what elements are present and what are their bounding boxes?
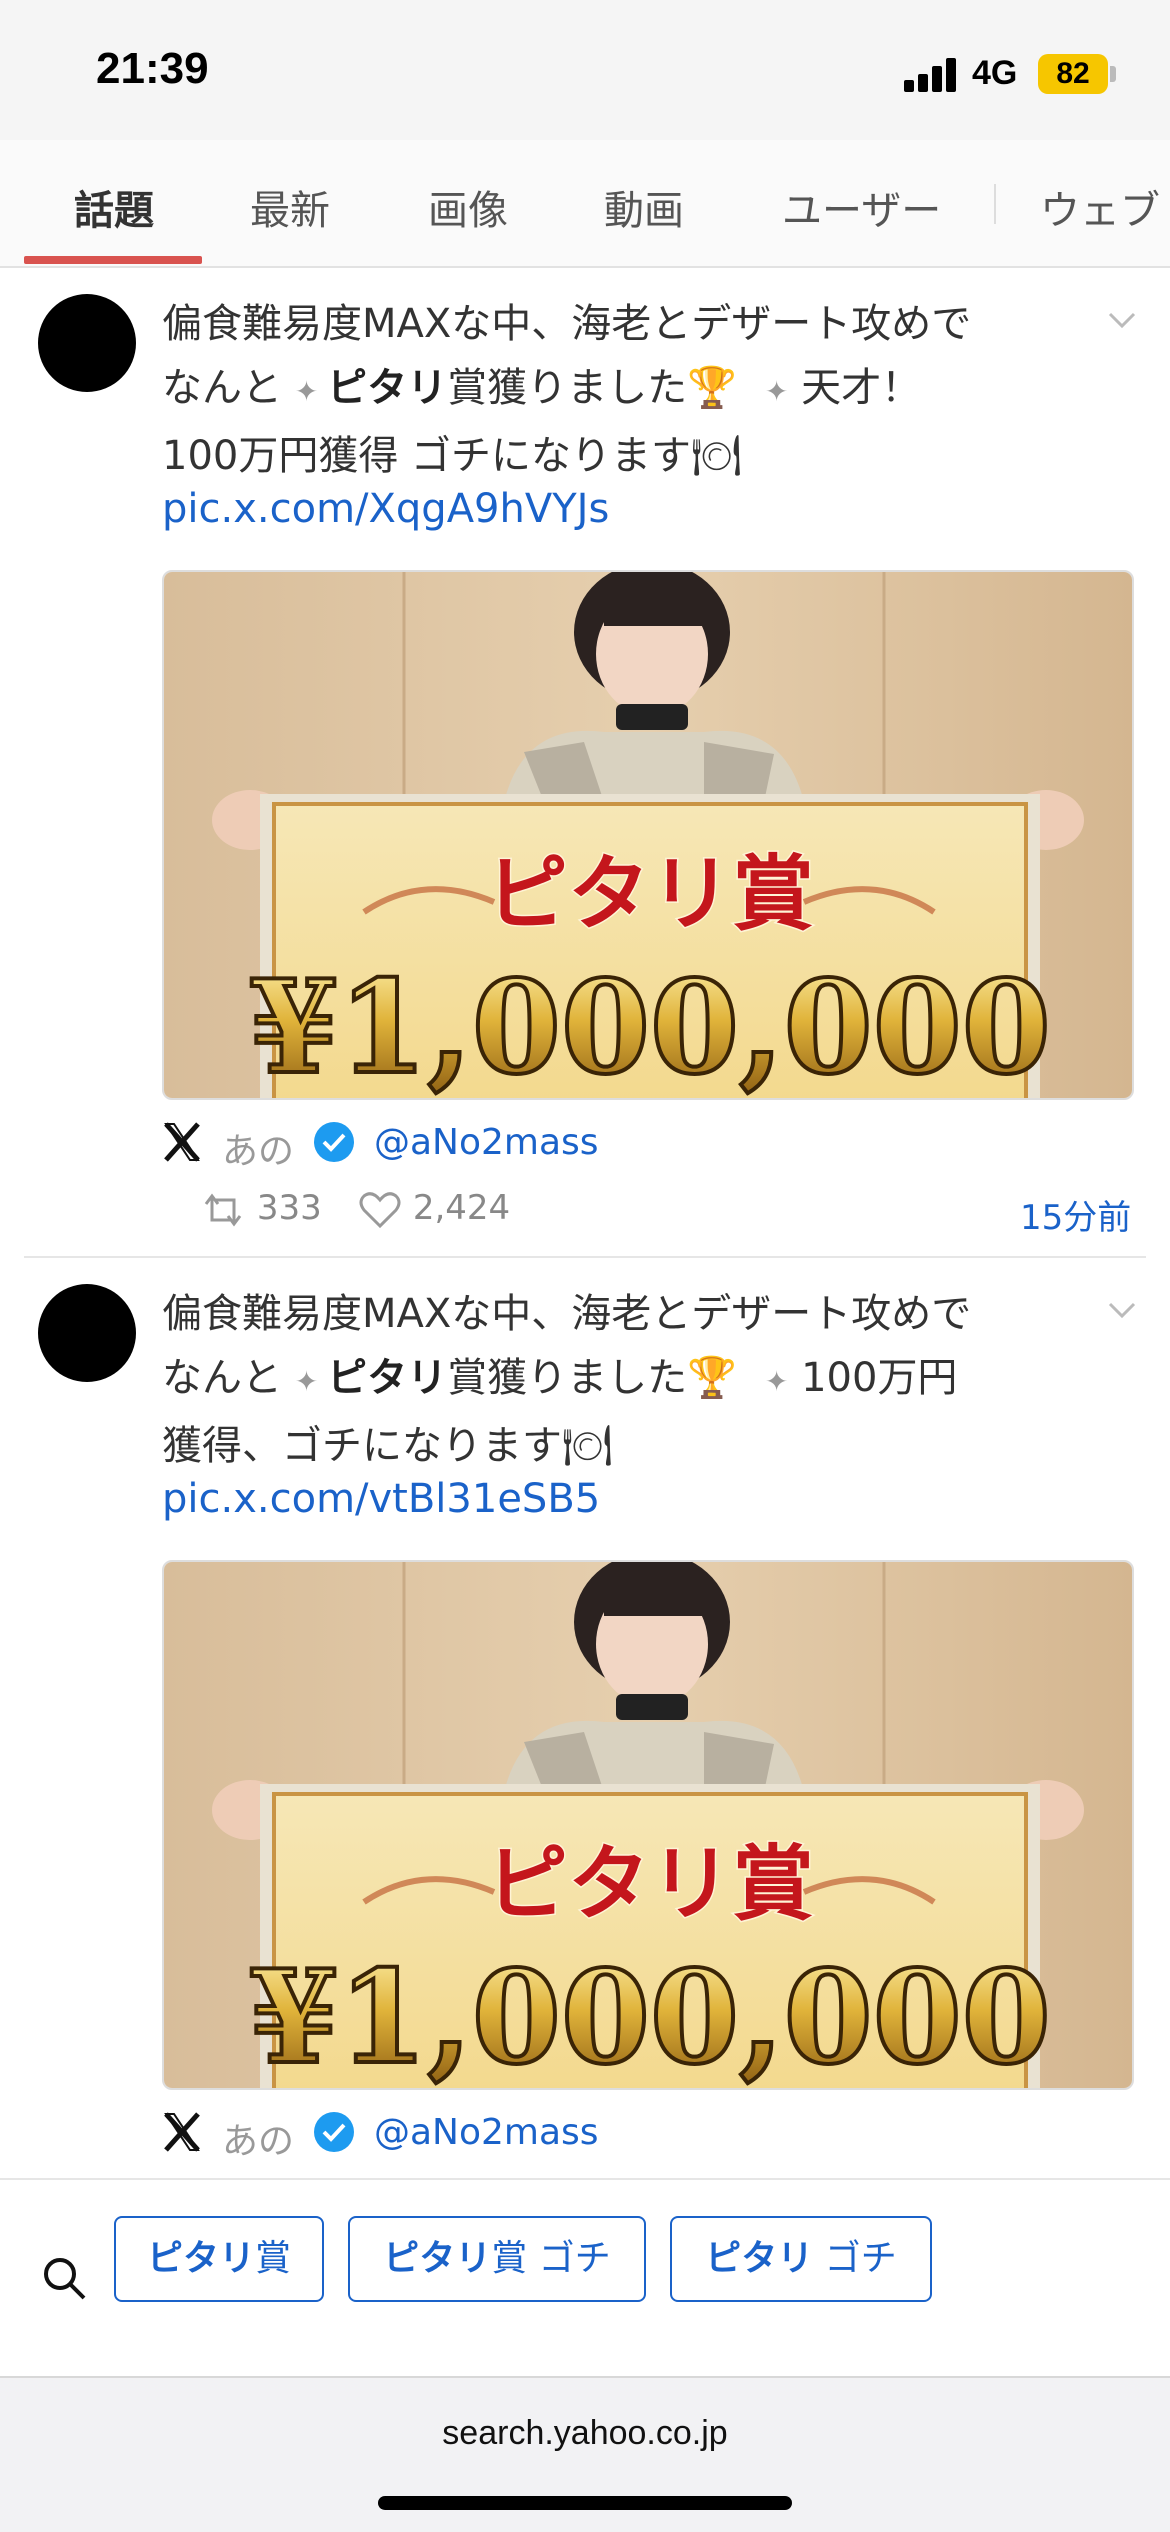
plate-icon: 🍽 bbox=[562, 1423, 613, 1469]
chip-bold: ピタリ bbox=[383, 2238, 492, 2279]
sparkle-icon: ✦ bbox=[294, 375, 328, 408]
search-icon[interactable] bbox=[40, 2254, 88, 2302]
sparkle-icon: ✦ bbox=[736, 375, 789, 408]
trophy-icon: 🏆 bbox=[687, 365, 737, 411]
related-search-bar: ピタリ賞 ピタリ賞 ゴチ ピタリ ゴチ bbox=[0, 2178, 1170, 2376]
sparkle-icon: ✦ bbox=[736, 1365, 789, 1398]
verified-icon bbox=[314, 1122, 354, 1162]
post-text: 偏食難易度MAXな中、海老とデザート攻めで なんと ✦ ピタリ賞獲りました🏆 ✦… bbox=[162, 292, 1092, 488]
tab-web[interactable]: ウェブ bbox=[1040, 178, 1160, 236]
author-name: あの bbox=[222, 2121, 295, 2162]
like-stat[interactable]: 2,424 bbox=[358, 1188, 510, 1230]
chip-rest: 賞 bbox=[255, 2238, 292, 2279]
browser-address-bar: search.yahoo.co.jp bbox=[0, 2376, 1170, 2532]
post-text-segment: なんと bbox=[162, 1355, 295, 1401]
chip-rest: ゴチ bbox=[813, 2238, 897, 2279]
suggestion-chip[interactable]: ピタリ ゴチ bbox=[670, 2216, 932, 2302]
sign-amount: ¥1,000,000 bbox=[249, 953, 1051, 1100]
post-stats: 333 2,424 bbox=[200, 1188, 800, 1238]
tab-divider bbox=[994, 184, 996, 224]
post-timestamp: 15分前 bbox=[1020, 1198, 1132, 1238]
tab-videos[interactable]: 動画 bbox=[604, 178, 684, 236]
signal-icon bbox=[904, 56, 960, 92]
suggestion-chip[interactable]: ピタリ賞 bbox=[114, 2216, 324, 2302]
post-text-line: 獲得、ゴチになります bbox=[162, 1423, 562, 1469]
post-text-segment: 賞獲りました bbox=[447, 1355, 688, 1401]
like-count: 2,424 bbox=[412, 1188, 511, 1228]
post-text-line: 偏食難易度MAXな中、海老とデザート攻めで bbox=[162, 301, 972, 347]
sign-title: ピタリ賞 bbox=[486, 847, 814, 942]
author-handle[interactable]: @aNo2mass bbox=[374, 2112, 599, 2153]
highlight-keyword: ピタリ bbox=[327, 365, 448, 411]
chevron-down-icon[interactable] bbox=[1104, 1292, 1140, 1328]
status-time: 21:39 bbox=[96, 44, 209, 93]
post-image[interactable]: ピタリ賞 ¥1,000,000 bbox=[162, 570, 1134, 1100]
post-text-segment: 天才！ bbox=[788, 365, 922, 411]
post-image[interactable]: ピタリ賞 ¥1,000,000 bbox=[162, 1560, 1134, 2090]
trophy-icon: 🏆 bbox=[687, 1355, 737, 1401]
tab-latest[interactable]: 最新 bbox=[250, 178, 330, 236]
post-link[interactable]: pic.x.com/vtBl31eSB5 bbox=[162, 1476, 600, 1522]
sign-title: ピタリ賞 bbox=[486, 1837, 814, 1932]
author-handle[interactable]: @aNo2mass bbox=[374, 1122, 599, 1163]
battery-tip bbox=[1110, 66, 1116, 82]
retweet-stat[interactable]: 333 bbox=[200, 1188, 322, 1230]
network-type: 4G bbox=[972, 54, 1018, 92]
verified-icon bbox=[314, 2112, 354, 2152]
post-divider bbox=[24, 1256, 1146, 1258]
post-text-segment: 100万円 bbox=[788, 1355, 958, 1401]
suggestion-chip[interactable]: ピタリ賞 ゴチ bbox=[348, 2216, 646, 2302]
home-indicator[interactable] bbox=[378, 2496, 792, 2510]
author-row[interactable]: あの @aNo2mass bbox=[162, 2110, 762, 2162]
plate-icon: 🍽 bbox=[691, 433, 742, 479]
retweet-icon bbox=[204, 1193, 242, 1226]
highlight-keyword: ピタリ bbox=[327, 1355, 448, 1401]
avatar[interactable] bbox=[38, 294, 136, 392]
chip-bold: ピタリ bbox=[705, 2238, 814, 2279]
post-text-line: 偏食難易度MAXな中、海老とデザート攻めで bbox=[162, 1291, 972, 1337]
post-text: 偏食難易度MAXな中、海老とデザート攻めで なんと ✦ ピタリ賞獲りました🏆 ✦… bbox=[162, 1282, 1092, 1478]
avatar[interactable] bbox=[38, 1284, 136, 1382]
chip-bold: ピタリ bbox=[146, 2238, 255, 2279]
post-text-segment: なんと bbox=[162, 365, 295, 411]
post-link[interactable]: pic.x.com/XqgA9hVYJs bbox=[162, 486, 609, 532]
search-tabs: 話題 最新 画像 動画 ユーザー ウェブ bbox=[0, 140, 1170, 268]
author-row[interactable]: あの @aNo2mass bbox=[162, 1120, 762, 1172]
tab-users[interactable]: ユーザー bbox=[782, 178, 941, 236]
author-name: あの bbox=[222, 1131, 295, 1172]
x-logo-icon bbox=[164, 2112, 200, 2152]
post-text-segment: 賞獲りました bbox=[447, 365, 688, 411]
post-text-line: 100万円獲得 ゴチになります bbox=[162, 433, 692, 479]
tab-topics[interactable]: 話題 bbox=[74, 178, 154, 236]
x-logo-icon bbox=[164, 1122, 200, 1162]
active-tab-indicator bbox=[24, 256, 202, 264]
url-display[interactable]: search.yahoo.co.jp bbox=[0, 2414, 1170, 2453]
heart-icon bbox=[359, 1191, 401, 1228]
retweet-count: 333 bbox=[256, 1188, 322, 1228]
sign-amount: ¥1,000,000 bbox=[249, 1943, 1051, 2090]
chip-rest: 賞 ゴチ bbox=[491, 2238, 611, 2279]
tab-images[interactable]: 画像 bbox=[428, 178, 508, 236]
chevron-down-icon[interactable] bbox=[1104, 302, 1140, 338]
sparkle-icon: ✦ bbox=[294, 1365, 328, 1398]
status-bar: 21:39 4G 82 bbox=[0, 0, 1170, 140]
battery-icon: 82 bbox=[1038, 54, 1108, 94]
